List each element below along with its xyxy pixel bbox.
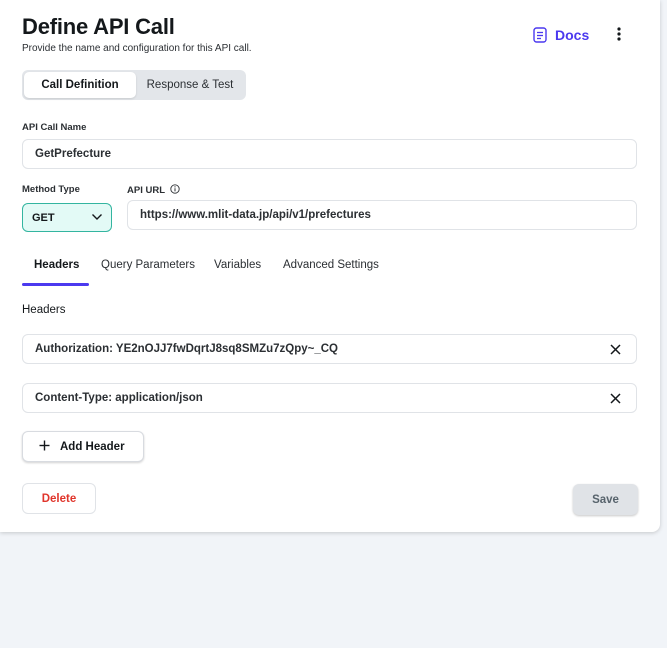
header-item-value: Content-Type: application/json bbox=[35, 392, 203, 404]
close-icon bbox=[609, 343, 621, 355]
docs-label: Docs bbox=[555, 27, 590, 43]
api-call-name-label: API Call Name bbox=[22, 122, 87, 133]
add-header-label: Add Header bbox=[60, 440, 125, 453]
tab-advanced-settings[interactable]: Advanced Settings bbox=[271, 254, 396, 288]
api-url-label: API URL bbox=[127, 185, 165, 197]
header-item[interactable]: Content-Type: application/json bbox=[22, 383, 637, 413]
method-type-select[interactable]: GET bbox=[22, 203, 112, 232]
api-url-label-group: API URL bbox=[127, 184, 181, 197]
document-icon bbox=[533, 27, 547, 43]
info-icon bbox=[170, 184, 181, 197]
segment-response-test[interactable]: Response & Test bbox=[136, 72, 244, 98]
segment-call-definition[interactable]: Call Definition bbox=[24, 72, 136, 98]
save-button[interactable]: Save bbox=[573, 484, 638, 515]
tab-query-parameters[interactable]: Query Parameters bbox=[89, 254, 202, 288]
definition-tabs: Headers Query Parameters Variables Advan… bbox=[22, 254, 396, 288]
view-segmented-control: Call Definition Response & Test bbox=[22, 70, 246, 100]
delete-button[interactable]: Delete bbox=[22, 483, 96, 514]
more-vertical-icon bbox=[617, 26, 621, 46]
remove-header-button[interactable] bbox=[608, 342, 622, 356]
docs-link[interactable]: Docs bbox=[533, 27, 589, 43]
page-subtitle: Provide the name and configuration for t… bbox=[22, 43, 252, 54]
tab-variables[interactable]: Variables bbox=[202, 254, 271, 288]
header-item[interactable]: Authorization: YE2nOJJ7fwDqrtJ8sq8SMZu7z… bbox=[22, 334, 637, 364]
header-item-value: Authorization: YE2nOJJ7fwDqrtJ8sq8SMZu7z… bbox=[35, 343, 338, 355]
more-options-button[interactable] bbox=[609, 26, 629, 46]
headers-section-title: Headers bbox=[22, 304, 66, 316]
tab-headers[interactable]: Headers bbox=[22, 254, 89, 288]
method-type-value: GET bbox=[32, 211, 55, 224]
page-title: Define API Call bbox=[22, 14, 175, 39]
api-call-name-input[interactable]: GetPrefecture bbox=[22, 139, 637, 169]
plus-icon bbox=[39, 440, 50, 454]
add-header-button[interactable]: Add Header bbox=[22, 431, 144, 462]
remove-header-button[interactable] bbox=[608, 391, 622, 405]
method-type-label: Method Type bbox=[22, 184, 80, 195]
chevron-down-icon bbox=[91, 212, 103, 224]
api-url-input[interactable]: https://www.mlit-data.jp/api/v1/prefectu… bbox=[127, 200, 637, 230]
close-icon bbox=[609, 392, 621, 404]
define-api-call-panel: Define API Call Provide the name and con… bbox=[0, 0, 660, 532]
